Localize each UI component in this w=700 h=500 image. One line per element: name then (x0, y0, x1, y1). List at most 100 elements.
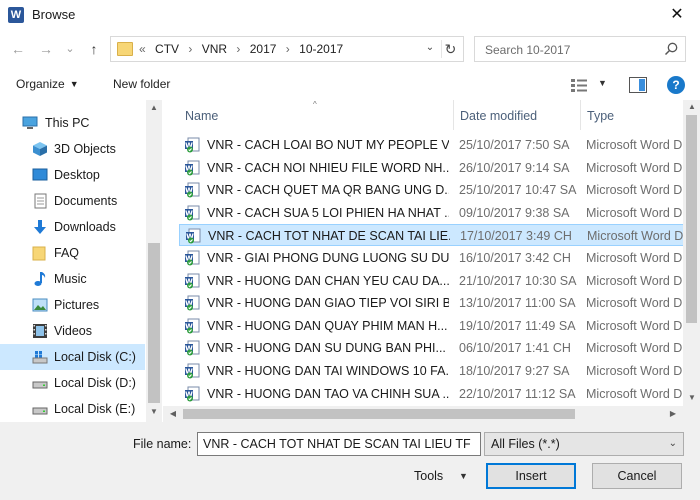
column-header-type[interactable]: Type (587, 100, 614, 130)
scrollbar-corner (683, 406, 700, 422)
file-name-input[interactable]: VNR - CACH TOT NHAT DE SCAN TAI LIEU TF (197, 432, 481, 456)
close-icon[interactable]: ✕ (654, 0, 700, 30)
file-type-dropdown[interactable]: All Files (*.*) ⌄ (484, 432, 684, 456)
scroll-up-arrow-icon[interactable]: ▲ (146, 101, 162, 115)
sidebar-item-music[interactable]: Music (0, 266, 145, 292)
table-row[interactable]: W VNR - HUONG DAN CHAN YEU CAU DA... 21/10… (179, 270, 686, 292)
scroll-down-arrow-icon[interactable]: ▼ (684, 391, 700, 405)
date-modified-cell: 09/10/2017 9:38 SA (459, 205, 570, 220)
sort-ascending-icon: ^ (313, 100, 317, 109)
chevron-down-icon[interactable]: ⌄ (423, 42, 437, 56)
table-row[interactable]: W VNR - CACH QUET MA QR BANG UNG D... 25/1… (179, 179, 686, 201)
scroll-down-arrow-icon[interactable]: ▼ (146, 405, 162, 419)
sidebar-item-pictures[interactable]: Pictures (0, 292, 145, 318)
file-name-cell: VNR - HUONG DAN TAI WINDOWS 10 FA... (207, 364, 449, 378)
table-row[interactable]: W VNR - HUONG DAN SU DUNG BAN PHI... 06/10… (179, 337, 686, 359)
view-options-caret-icon[interactable]: ▼ (598, 78, 607, 88)
breadcrumb-item[interactable]: VNR (202, 42, 227, 56)
chevron-down-icon: ⌄ (668, 438, 677, 449)
sidebar-scroll-thumb[interactable] (148, 243, 160, 403)
table-row[interactable]: W VNR - CACH LOAI BO NUT MY PEOPLE V... 25… (179, 134, 686, 156)
forward-arrow-icon[interactable]: → (36, 39, 56, 59)
sidebar-item-documents[interactable]: Documents (0, 188, 145, 214)
insert-button[interactable]: Insert (486, 463, 576, 489)
back-arrow-icon[interactable]: ← (8, 39, 28, 59)
breadcrumb-separator[interactable]: › (188, 42, 192, 56)
sidebar-item-local-disk-c[interactable]: Local Disk (C:) (0, 344, 145, 370)
drive-icon (32, 407, 48, 415)
column-header-date-modified[interactable]: Date modified (460, 100, 537, 130)
type-cell: Microsoft Word D (586, 364, 683, 378)
recent-locations-chevron-icon[interactable]: ⌄ (60, 39, 80, 59)
date-modified-cell: 26/10/2017 9:14 SA (459, 160, 570, 175)
sidebar-item-local-disk-e[interactable]: Local Disk (E:) (0, 396, 145, 422)
navigation-bar: ← → ⌄ ↑ « CTV › VNR › 2017 › 10-2017 ⌄ ↻… (0, 34, 700, 64)
table-row[interactable]: W VNR - HUONG DAN QUAY PHIM MAN H... 19/10… (179, 315, 686, 337)
breadcrumb-item[interactable]: CTV (155, 42, 179, 56)
search-icon[interactable] (663, 41, 679, 57)
windows-drive-icon (32, 351, 48, 364)
date-modified-cell: 16/10/2017 3:42 CH (459, 251, 571, 265)
table-row[interactable]: W VNR - HUONG DAN TAI WINDOWS 10 FA... 18/… (179, 360, 686, 382)
cancel-button[interactable]: Cancel (592, 463, 682, 489)
tools-button[interactable]: Tools (414, 469, 443, 483)
type-cell: Microsoft Word D (586, 205, 683, 220)
file-type-value: All Files (*.*) (491, 437, 560, 451)
organize-button[interactable]: Organize ▼ (16, 77, 79, 91)
scroll-right-arrow-icon[interactable]: ▶ (665, 407, 681, 421)
scroll-left-arrow-icon[interactable]: ◀ (165, 407, 181, 421)
videos-icon (33, 324, 47, 338)
desktop-icon (32, 168, 48, 181)
table-row[interactable]: W VNR - CACH SUA 5 LOI PHIEN HA NHAT ... 0… (179, 202, 686, 224)
horizontal-scroll-thumb[interactable] (183, 409, 575, 419)
help-icon[interactable]: ? (667, 76, 685, 94)
tools-caret-icon[interactable]: ▼ (459, 471, 468, 481)
type-cell: Microsoft Word D (586, 386, 683, 401)
file-list-vertical-scrollbar[interactable]: ▲ ▼ (683, 100, 700, 406)
search-input[interactable]: Search 10-2017 (485, 43, 570, 57)
date-modified-cell: 25/10/2017 10:47 SA (459, 183, 577, 198)
type-cell: Microsoft Word D (586, 341, 683, 356)
table-row[interactable]: W VNR - GIAI PHONG DUNG LUONG SU DU... 16/… (179, 247, 686, 269)
date-modified-cell: 22/10/2017 11:12 SA (459, 386, 576, 401)
sidebar-item-label: Pictures (54, 298, 100, 312)
sidebar-item-desktop[interactable]: Desktop (0, 162, 145, 188)
word-document-icon: W (185, 137, 200, 153)
column-header-name[interactable]: Name (185, 100, 218, 130)
column-divider[interactable] (453, 100, 454, 130)
view-options-icon[interactable] (571, 78, 587, 92)
refresh-icon[interactable]: ↻ (441, 40, 459, 58)
table-row[interactable]: W VNR - HUONG DAN TAO VA CHINH SUA ... 22/… (179, 383, 686, 405)
breadcrumb-overflow[interactable]: « (139, 42, 146, 56)
search-box[interactable]: Search 10-2017 (474, 36, 686, 62)
breadcrumb-separator[interactable]: › (286, 42, 290, 56)
up-arrow-icon[interactable]: ↑ (84, 39, 104, 59)
new-folder-button[interactable]: New folder (113, 77, 170, 91)
type-cell: Microsoft Word D (586, 296, 683, 311)
file-list-horizontal-scrollbar[interactable]: ◀ ▶ (163, 406, 683, 422)
caret-down-icon: ▼ (69, 79, 79, 89)
table-row[interactable]: W VNR - HUONG DAN GIAO TIEP VOI SIRI B...… (179, 292, 686, 314)
date-modified-cell: 13/10/2017 11:00 SA (459, 296, 576, 311)
sidebar-item-3d-objects[interactable]: 3D Objects (0, 136, 145, 162)
breadcrumb-item-current[interactable]: 10-2017 (299, 42, 343, 56)
column-divider[interactable] (580, 100, 581, 130)
breadcrumb-separator[interactable]: › (236, 42, 240, 56)
scroll-up-arrow-icon[interactable]: ▲ (684, 100, 700, 114)
address-bar[interactable]: « CTV › VNR › 2017 › 10-2017 ⌄ ↻ (110, 36, 464, 62)
word-document-icon: W (185, 205, 200, 221)
vertical-scroll-thumb[interactable] (686, 115, 697, 323)
breadcrumb-item[interactable]: 2017 (250, 42, 277, 56)
sidebar-item-local-disk-d[interactable]: Local Disk (D:) (0, 370, 145, 396)
word-document-icon: W (185, 160, 200, 176)
file-name-cell: VNR - CACH TOT NHAT DE SCAN TAI LIE... (208, 229, 450, 244)
table-row[interactable]: W VNR - CACH NOI NHIEU FILE WORD NH... 26/… (179, 157, 686, 179)
sidebar-item-downloads[interactable]: Downloads (0, 214, 145, 240)
sidebar-item-videos[interactable]: Videos (0, 318, 145, 344)
sidebar-item-faq[interactable]: FAQ (0, 240, 145, 266)
preview-pane-icon[interactable] (629, 77, 647, 93)
sidebar-item-this-pc[interactable]: This PC (0, 110, 145, 136)
sidebar-scrollbar[interactable]: ▲ ▼ (146, 100, 162, 422)
word-document-icon: W (185, 250, 200, 266)
table-row-selected[interactable]: W VNR - CACH TOT NHAT DE SCAN TAI LIE... 1… (179, 224, 686, 247)
